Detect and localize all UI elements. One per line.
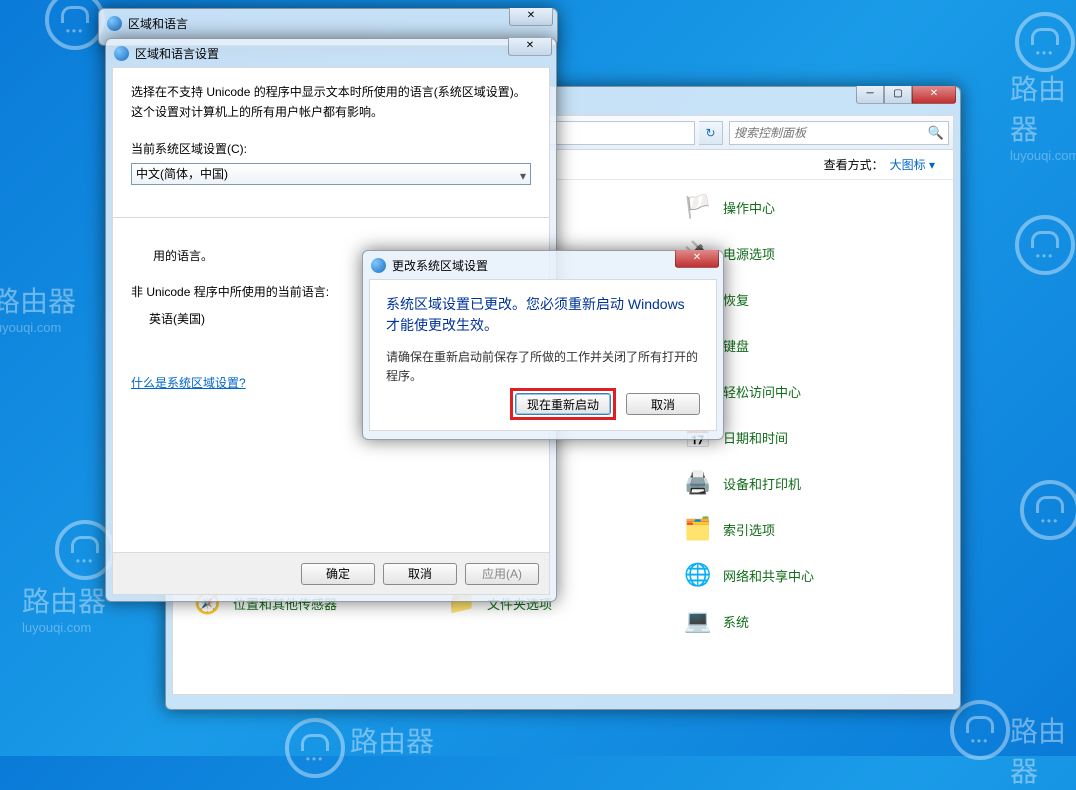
cpanel-item-icon: 🗂️ — [683, 514, 713, 544]
restart-highlight: 现在重新启动 — [510, 388, 616, 420]
cpanel-item-icon: 🏳️ — [683, 192, 713, 222]
cpanel-item-label: 索引选项 — [723, 520, 775, 539]
cpanel-item-icon: 🖨️ — [683, 468, 713, 498]
bg-text: 路由器 — [22, 586, 106, 617]
dlg3-titlebar[interactable]: 更改系统区域设置 ✕ — [363, 251, 723, 279]
search-icon: 🔍 — [928, 125, 944, 141]
cpanel-item-label: 网络和共享中心 — [723, 566, 814, 585]
dlg3-title: 更改系统区域设置 — [392, 257, 488, 274]
bg-text: 路由器 — [350, 726, 434, 757]
bg-text: 路由器 — [1010, 716, 1066, 787]
dlg2-footer: 确定 取消 应用(A) — [113, 552, 549, 594]
cancel-button[interactable]: 取消 — [383, 563, 457, 585]
bg-sub: luyouqi.com — [0, 320, 76, 335]
bg-sub: luyouqi.com — [1010, 148, 1076, 163]
minimize-button[interactable]: ─ — [856, 86, 884, 104]
search-box[interactable]: 🔍 — [729, 121, 949, 145]
cpanel-item[interactable]: 🏳️ 操作中心 — [683, 184, 933, 230]
refresh-button[interactable]: ↻ — [699, 121, 723, 145]
cpanel-item[interactable]: 🖨️ 设备和打印机 — [683, 460, 933, 506]
what-is-locale-link[interactable]: 什么是系统区域设置? — [131, 373, 246, 395]
dlg2-titlebar[interactable]: 区域和语言设置 ✕ — [106, 39, 556, 67]
restart-now-button[interactable]: 现在重新启动 — [515, 393, 611, 415]
cpanel-item-label: 日期和时间 — [723, 428, 788, 447]
restart-cancel-button[interactable]: 取消 — [626, 393, 700, 415]
globe-icon — [114, 46, 129, 61]
dlg1-close-button[interactable]: ✕ — [509, 8, 553, 26]
search-input[interactable] — [734, 126, 928, 140]
dlg1-titlebar[interactable]: 区域和语言 ✕ — [99, 9, 557, 37]
dlg3-close-button[interactable]: ✕ — [675, 250, 719, 268]
cpanel-item[interactable]: 🗂️ 索引选项 — [683, 506, 933, 552]
locale-select[interactable]: 中文(简体，中国) — [131, 163, 531, 185]
close-button[interactable]: ✕ — [912, 86, 956, 104]
cpanel-item-label: 系统 — [723, 612, 749, 631]
dlg2-title: 区域和语言设置 — [135, 45, 219, 62]
cpanel-item-icon: 🌐 — [683, 560, 713, 590]
bg-text: 路由器 — [0, 286, 76, 317]
dlg1-title: 区域和语言 — [128, 15, 188, 32]
cpanel-item-label: 设备和打印机 — [723, 474, 801, 493]
dlg2-close-button[interactable]: ✕ — [508, 38, 552, 56]
bg-text: 路由器 — [1010, 74, 1066, 145]
cpanel-item-label: 恢复 — [723, 290, 749, 309]
cpanel-item-icon: 💻 — [683, 606, 713, 636]
restart-prompt-dialog: 更改系统区域设置 ✕ 系统区域设置已更改。您必须重新启动 Windows 才能使… — [362, 250, 724, 440]
cpanel-item[interactable]: 🌐 网络和共享中心 — [683, 552, 933, 598]
cpanel-item-label: 电源选项 — [723, 244, 775, 263]
restart-body: 请确保在重新启动前保存了所做的工作并关闭了所有打开的程序。 — [386, 348, 700, 388]
viewmode-dropdown[interactable]: 大图标 ▾ — [890, 156, 935, 173]
maximize-button[interactable]: ▢ — [884, 86, 912, 104]
apply-button[interactable]: 应用(A) — [465, 563, 539, 585]
ok-button[interactable]: 确定 — [301, 563, 375, 585]
cpanel-item-label: 轻松访问中心 — [723, 382, 801, 401]
globe-icon — [371, 258, 386, 273]
cpanel-item-label: 键盘 — [723, 336, 749, 355]
bg-sub: luyouqi.com — [22, 620, 106, 635]
viewmode-label: 查看方式： — [824, 156, 884, 173]
locale-label: 当前系统区域设置(C): — [131, 139, 531, 159]
cpanel-item[interactable]: 💻 系统 — [683, 598, 933, 644]
dlg2-description: 选择在不支持 Unicode 的程序中显示文本时所使用的语言(系统区域设置)。这… — [131, 82, 531, 123]
cpanel-item-label: 操作中心 — [723, 198, 775, 217]
globe-icon — [107, 16, 122, 31]
restart-headline: 系统区域设置已更改。您必须重新启动 Windows 才能使更改生效。 — [386, 294, 700, 336]
